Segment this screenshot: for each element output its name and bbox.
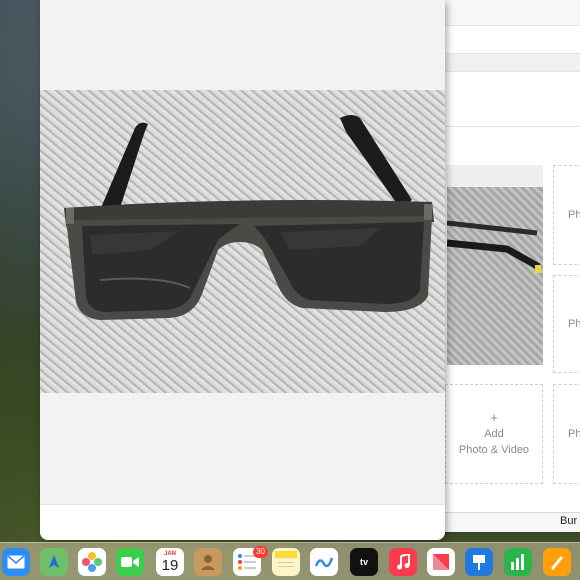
notes-icon[interactable] — [272, 548, 300, 576]
photo-viewer-window — [40, 0, 445, 540]
thumbnail-sunglasses — [447, 220, 541, 273]
photo-slot[interactable]: Ph — [553, 165, 580, 265]
editor-divider — [441, 126, 580, 127]
photo-slot[interactable]: Ph — [553, 275, 580, 373]
facetime-icon[interactable] — [116, 548, 144, 576]
freeform-icon[interactable] — [310, 548, 338, 576]
keynote-icon[interactable] — [465, 548, 493, 576]
photos-icon[interactable] — [78, 548, 106, 576]
contacts-icon[interactable] — [194, 548, 222, 576]
photo-slot[interactable]: Ph — [553, 384, 580, 484]
photo-slot-label: Ph — [568, 428, 580, 440]
pages-icon[interactable] — [543, 548, 571, 576]
appletv-icon[interactable]: tv — [350, 548, 378, 576]
mail-icon[interactable] — [2, 548, 30, 576]
plus-icon: + — [490, 410, 498, 425]
add-photo-video-slot[interactable]: + Add Photo & Video — [445, 384, 543, 484]
reminders-badge: 30 — [253, 546, 268, 558]
thumbnail-image — [447, 187, 543, 365]
calendar-icon[interactable]: JAN 19 — [156, 548, 184, 576]
music-icon[interactable] — [389, 548, 417, 576]
viewer-footer — [40, 504, 445, 540]
add-label: Add — [484, 428, 504, 440]
editor-toolbar — [441, 26, 580, 54]
editor-titlebar — [441, 0, 580, 26]
listing-photo-thumbnail[interactable] — [447, 165, 543, 365]
photo-video-label: Photo & Video — [458, 444, 530, 456]
editor-bottom-button[interactable]: Bur — [560, 515, 577, 527]
thumbnail-header — [447, 165, 543, 187]
photo-slot-label: Ph — [568, 318, 580, 330]
sunglasses-illustration — [64, 115, 434, 320]
editor-subbar — [441, 54, 580, 72]
numbers-icon[interactable] — [504, 548, 532, 576]
appletv-label: tv — [359, 557, 368, 567]
photo-slot-label: Ph — [568, 209, 580, 221]
news-icon[interactable] — [427, 548, 455, 576]
sunglasses-photo — [40, 90, 445, 393]
calendar-day: 19 — [161, 556, 179, 574]
maps-icon[interactable] — [40, 548, 68, 576]
